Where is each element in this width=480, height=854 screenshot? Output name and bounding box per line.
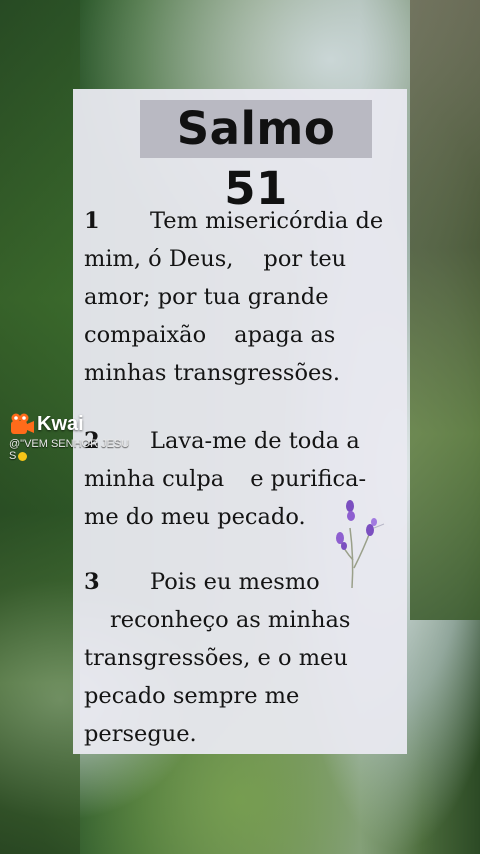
verse-line: transgressões, e o meu (84, 645, 348, 671)
verse-line: Lava-me de toda a (150, 428, 360, 454)
verse-number: 3 (84, 569, 100, 595)
verse-line: e purifica- (250, 466, 367, 492)
verse-line: mim, ó Deus, (84, 246, 234, 272)
verse-line: reconheço as minhas (110, 607, 351, 633)
verse-line: apaga as (234, 322, 336, 348)
verse-line: me do meu pecado. (84, 504, 306, 530)
verse-line: Pois eu mesmo (150, 569, 320, 595)
verse-line: persegue. (84, 721, 197, 747)
kwai-logo-icon (11, 413, 34, 434)
verse-line: pecado sempre me (84, 683, 300, 709)
verse-line: amor; por tua grande (84, 284, 329, 310)
kwai-handle: @"VEM SENHOR JESU S (9, 438, 130, 462)
verse-line: Tem misericórdia de (150, 208, 384, 234)
rock-right-background (410, 0, 480, 620)
page-title: Salmo 51 (176, 102, 336, 215)
verse-line: minha culpa (84, 466, 225, 492)
sun-emoji-icon (18, 451, 28, 461)
verse-3: 3 Pois eu mesmo reconheço as minhas trans… (84, 563, 402, 753)
verse-line: compaixão (84, 322, 207, 348)
lavender-flower-icon (336, 500, 385, 589)
verse-1: 1 Tem misericórdia de mim, ó Deus, por teu… (84, 202, 402, 392)
verse-number: 1 (84, 208, 100, 234)
kwai-watermark: Kwai @"VEM SENHOR JESU S (9, 412, 159, 463)
verse-line: minhas transgressões. (84, 360, 341, 386)
kwai-brand: Kwai (37, 412, 84, 435)
verse-line: por teu (263, 246, 347, 272)
